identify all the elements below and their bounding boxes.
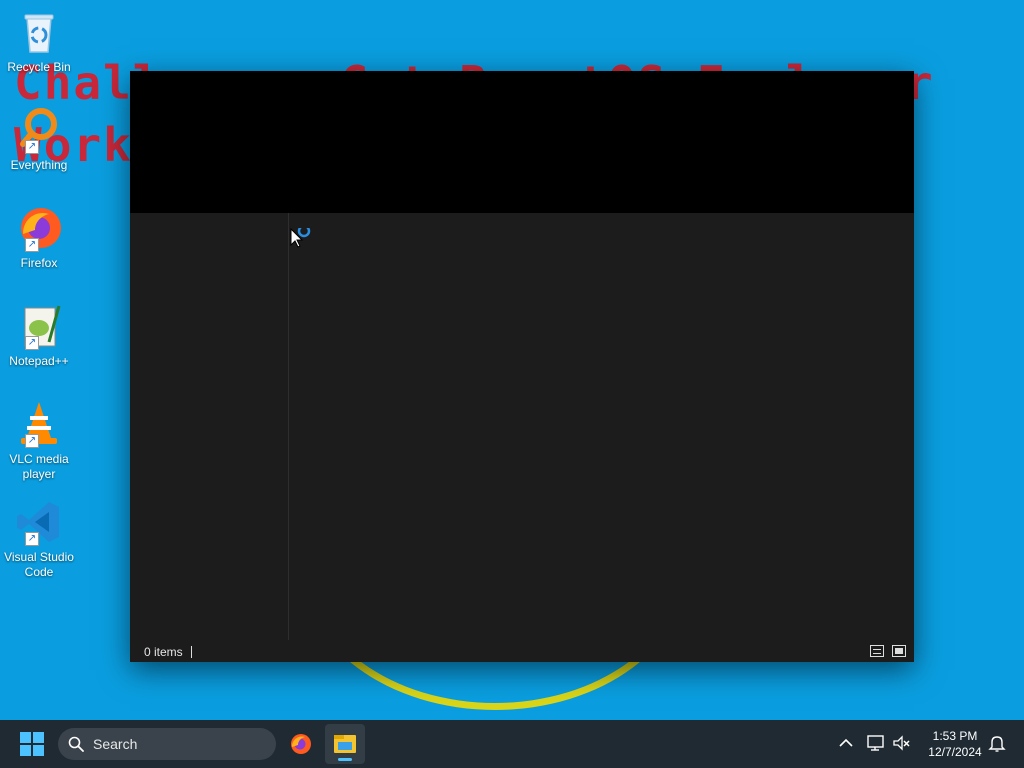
navigation-pane[interactable]: [130, 213, 289, 640]
taskbar-search-box[interactable]: Search: [58, 728, 276, 760]
file-explorer-icon: [334, 735, 356, 753]
start-button[interactable]: [20, 732, 45, 757]
system-clock[interactable]: 1:53 PM 12/7/2024: [922, 728, 988, 760]
desktop-icon-recycle-bin[interactable]: Recycle Bin: [2, 8, 76, 75]
network-icon[interactable]: [866, 733, 886, 753]
clock-date: 12/7/2024: [928, 745, 982, 759]
shortcut-arrow-icon: ↗: [25, 434, 39, 448]
status-separator: [191, 646, 192, 658]
shortcut-arrow-icon: ↗: [25, 238, 39, 252]
desktop-icon-label: Recycle Bin: [7, 60, 71, 74]
vlc-icon: ↗: [15, 400, 63, 448]
busy-cursor-icon: [290, 224, 314, 255]
shortcut-arrow-icon: ↗: [25, 140, 39, 154]
show-hidden-icons-chevron[interactable]: [836, 733, 856, 753]
recycle-bin-icon: [15, 8, 63, 56]
vscode-icon: ↗: [15, 498, 63, 546]
desktop-icon-firefox[interactable]: ↗ Firefox: [2, 204, 76, 271]
desktop-icon-label: Firefox: [20, 256, 58, 270]
large-icons-view-icon[interactable]: [892, 645, 906, 657]
desktop-icon-label: VLC media player: [9, 452, 69, 481]
explorer-toolbar-area: [130, 71, 914, 213]
taskbar-file-explorer[interactable]: [325, 724, 365, 764]
firefox-icon: ↗: [15, 204, 63, 252]
explorer-window[interactable]: 0 items: [130, 71, 914, 662]
notepad-plus-plus-icon: ↗: [15, 302, 63, 350]
file-list-pane[interactable]: [289, 213, 914, 640]
desktop-icon-label: Visual Studio Code: [4, 550, 74, 579]
item-count: 0 items: [144, 645, 183, 659]
desktop-icon-label: Notepad++: [9, 354, 69, 368]
desktop-icon-label: Everything: [10, 158, 68, 172]
firefox-icon: [291, 734, 311, 754]
clock-time: 1:53 PM: [932, 729, 978, 743]
desktop-icon-vlc[interactable]: ↗ VLC media player: [2, 400, 76, 482]
search-placeholder: Search: [93, 736, 138, 752]
active-app-indicator: [338, 758, 352, 761]
status-bar: 0 items: [130, 640, 914, 662]
notifications-bell-icon[interactable]: [987, 733, 1007, 753]
shortcut-arrow-icon: ↗: [25, 532, 39, 546]
desktop-icon-everything[interactable]: ↗ Everything: [2, 106, 76, 173]
details-view-icon[interactable]: [870, 645, 884, 657]
desktop-icon-notepad-plus-plus[interactable]: ↗ Notepad++: [2, 302, 76, 369]
search-icon: [68, 736, 84, 752]
taskbar-firefox[interactable]: [280, 724, 320, 764]
everything-search-icon: ↗: [15, 106, 63, 154]
volume-muted-icon[interactable]: [892, 733, 912, 753]
shortcut-arrow-icon: ↗: [25, 336, 39, 350]
taskbar: Search 1:53 PM 12/7/2024: [0, 720, 1024, 768]
desktop-icon-vscode[interactable]: ↗ Visual Studio Code: [2, 498, 76, 580]
